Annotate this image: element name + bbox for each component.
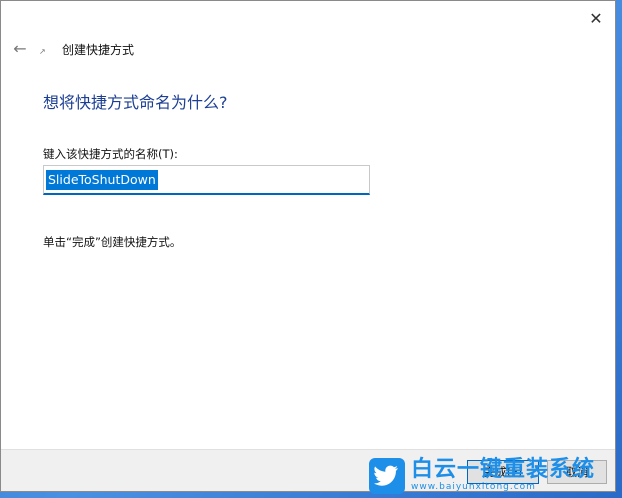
finish-button[interactable]: 完成(F) (467, 460, 539, 484)
wizard-title: 创建快捷方式 (62, 43, 135, 57)
page-heading: 想将快捷方式命名为什么? (43, 93, 228, 112)
shortcut-name-input[interactable]: SlideToShutDown (43, 165, 370, 195)
back-arrow-icon[interactable]: ← (11, 39, 29, 58)
finish-hint-text: 单击“完成”创建快捷方式。 (43, 235, 182, 249)
create-shortcut-dialog: ✕ ← ↗ 创建快捷方式 想将快捷方式命名为什么? 键入该快捷方式的名称(T):… (0, 0, 616, 492)
cancel-button[interactable]: 取消 (547, 460, 607, 484)
name-field-label: 键入该快捷方式的名称(T): (43, 147, 178, 161)
shortcut-name-value: SlideToShutDown (46, 170, 158, 190)
shortcut-icon: ↗ (39, 47, 46, 56)
dialog-footer: 完成(F) 取消 (1, 449, 615, 491)
close-icon[interactable]: ✕ (585, 7, 607, 29)
